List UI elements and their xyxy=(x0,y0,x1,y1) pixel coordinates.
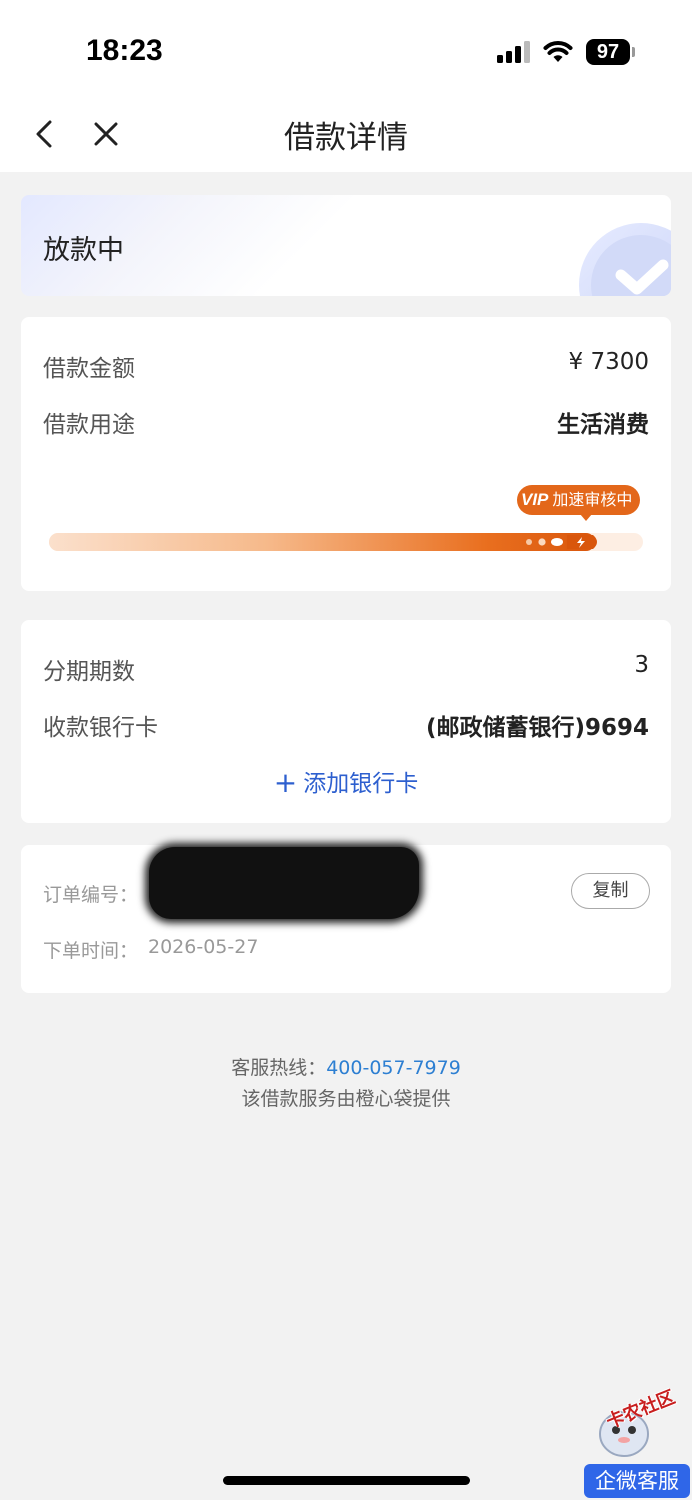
loan-purpose-value: 生活消费 xyxy=(557,412,649,438)
bank-card-value: (邮政储蓄银行)9694 xyxy=(425,715,649,741)
badge-pointer xyxy=(580,514,592,521)
battery-cap xyxy=(632,47,635,57)
order-time-value: 2026-05-27 xyxy=(148,936,259,958)
order-info-card: 订单编号： 复制 下单时间： 2026-05-27 xyxy=(21,845,671,993)
plus-icon: + xyxy=(273,766,298,799)
vip-review-badge: VIP 加速审核中 xyxy=(517,485,641,515)
rocket-icon xyxy=(526,535,597,549)
hotline: 客服热线：400-057-7979 xyxy=(0,1053,692,1080)
redacted-order-number xyxy=(149,847,419,919)
home-indicator xyxy=(223,1476,470,1485)
cellular-signal-icon xyxy=(497,41,530,63)
status-time: 18:23 xyxy=(86,34,163,67)
wecom-service-button[interactable]: 企微客服 xyxy=(584,1464,690,1498)
loan-status-text: 放款中 xyxy=(43,235,124,266)
battery-indicator: 97 xyxy=(586,39,630,65)
order-number-label: 订单编号： xyxy=(43,884,139,906)
hotline-number-link[interactable]: 400-057-7979 xyxy=(326,1057,461,1079)
check-badge-icon xyxy=(579,223,671,296)
periods-label: 分期期数 xyxy=(43,659,135,685)
add-bank-card-label: 添加银行卡 xyxy=(303,771,419,797)
loan-info-card: 借款金额 ¥ 7300 借款用途 生活消费 VIP 加速审核中 xyxy=(21,317,671,591)
installment-card: 分期期数 3 收款银行卡 (邮政储蓄银行)9694 + 添加银行卡 xyxy=(21,620,671,823)
review-progress-fill xyxy=(49,533,596,551)
copy-button[interactable]: 复制 xyxy=(571,873,650,909)
periods-value: 3 xyxy=(634,652,649,678)
add-bank-card-button[interactable]: + 添加银行卡 xyxy=(21,764,671,799)
hotline-label: 客服热线： xyxy=(231,1057,327,1079)
provider-note: 该借款服务由橙心袋提供 xyxy=(241,1088,451,1110)
page-title: 借款详情 xyxy=(284,120,408,156)
loan-status-card: 放款中 xyxy=(21,195,671,296)
vip-label: VIP xyxy=(521,490,549,509)
order-time-label: 下单时间： xyxy=(43,940,139,962)
loan-purpose-label: 借款用途 xyxy=(43,412,135,438)
vip-review-text: 加速审核中 xyxy=(552,490,633,509)
top-bar: 18:23 97 借款详情 xyxy=(0,0,692,172)
loan-amount-label: 借款金额 xyxy=(43,356,135,382)
loan-amount-value: ¥ 7300 xyxy=(568,349,649,375)
wifi-icon xyxy=(543,40,573,62)
bank-card-label: 收款银行卡 xyxy=(43,715,158,741)
